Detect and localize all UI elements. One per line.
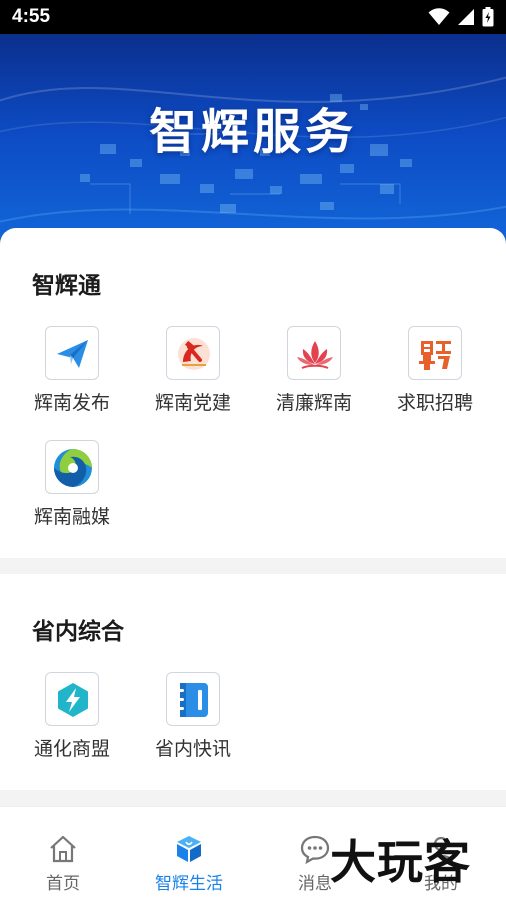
lotus-icon (287, 326, 341, 380)
signal-icon (458, 9, 474, 25)
tab-label: 首页 (46, 874, 80, 894)
section-title: 智辉通 (32, 273, 101, 299)
wifi-icon (428, 8, 450, 25)
user-icon (428, 836, 454, 863)
tab-messages[interactable]: 消息 (252, 807, 378, 900)
service-item-clean-huinan[interactable]: 清廉辉南 (262, 326, 382, 426)
service-label: 辉南发布 (33, 392, 110, 414)
status-time: 4:55 (12, 6, 51, 27)
chat-bubble-icon (300, 835, 330, 865)
service-item-huinan-release[interactable]: 辉南发布 (20, 326, 140, 426)
service-item-province-news[interactable]: 省内快讯 (141, 672, 261, 772)
tab-label: 智辉生活 (155, 874, 223, 894)
cube-life-icon (177, 836, 201, 862)
recruit-pin-icon (408, 326, 462, 380)
banner: 智辉服务 (0, 34, 506, 254)
tab-mine[interactable]: 我的 (378, 807, 504, 900)
service-label: 省内快讯 (154, 738, 231, 760)
bottom-tab-bar: 首页 智辉生活 消息 我的 (0, 806, 506, 900)
status-icons (428, 7, 494, 27)
tab-home[interactable]: 首页 (0, 807, 126, 900)
service-label: 通化商盟 (33, 738, 110, 760)
banner-title: 智辉服务 (148, 104, 357, 160)
tab-label: 我的 (424, 874, 458, 894)
section-title: 省内综合 (32, 619, 124, 645)
paper-plane-icon (45, 326, 99, 380)
service-label: 清廉辉南 (275, 392, 352, 414)
service-item-tonghua-alliance[interactable]: 通化商盟 (20, 672, 140, 772)
notebook-icon (166, 672, 220, 726)
hammer-sickle-icon (166, 326, 220, 380)
service-item-job-recruit[interactable]: 求职招聘 (383, 326, 503, 426)
service-item-huinan-party[interactable]: 辉南党建 (141, 326, 261, 426)
swirl-logo-icon (45, 440, 99, 494)
service-item-huinan-media[interactable]: 辉南融媒 (20, 440, 140, 540)
service-label: 辉南党建 (154, 392, 231, 414)
battery-charging-icon (482, 7, 494, 27)
phone-screen: 4:55 智辉服务 智辉通 辉南发布 辉南党建 清廉辉南 求职招聘 辉南融媒 省… (0, 0, 506, 900)
status-bar: 4:55 (0, 0, 506, 34)
section-zhihuitong: 智辉通 辉南发布 辉南党建 清廉辉南 求职招聘 辉南融媒 (0, 228, 506, 558)
home-icon (50, 835, 76, 863)
service-label: 辉南融媒 (33, 506, 110, 528)
service-label: 求职招聘 (396, 392, 473, 414)
tab-label: 消息 (298, 874, 332, 894)
lightning-hexagon-icon (45, 672, 99, 726)
section-province-general: 省内综合 通化商盟 省内快讯 (0, 574, 506, 790)
tab-zhihui-life[interactable]: 智辉生活 (126, 807, 252, 900)
